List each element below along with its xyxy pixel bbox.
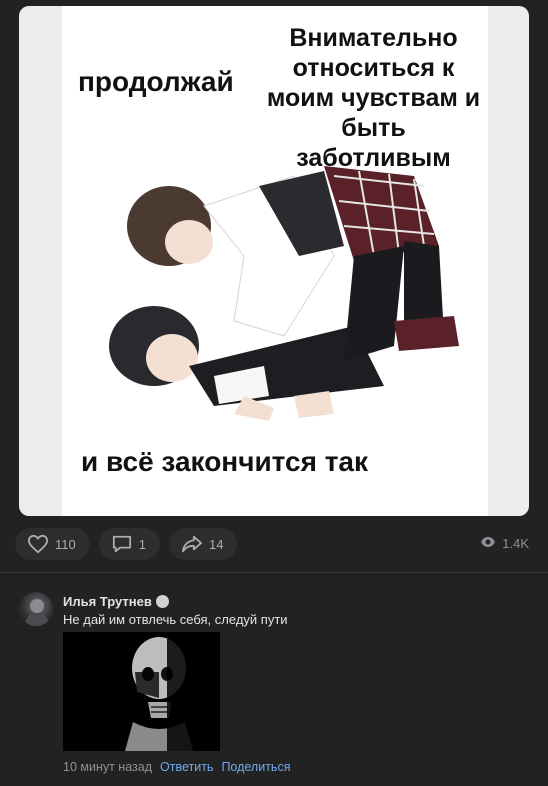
share-arrow-icon xyxy=(181,534,203,554)
post-image[interactable]: продолжай Внимательно относиться к моим … xyxy=(19,6,529,516)
avatar[interactable] xyxy=(19,592,53,626)
comment-text: Не дай им отвлечь себя, следуй пути xyxy=(63,612,288,627)
comment-author-name: Илья Трутнев xyxy=(63,594,152,609)
comment-count: 1 xyxy=(138,536,146,552)
share-button[interactable]: 14 xyxy=(168,528,238,560)
skull-picture xyxy=(63,632,220,751)
post-actions: 110 1 14 xyxy=(15,528,238,560)
meme-text-care: Внимательно относиться к моим чувствам и… xyxy=(266,24,481,172)
share-count: 14 xyxy=(208,536,224,552)
view-counter: 1.4K xyxy=(480,536,529,551)
post: продолжай Внимательно относиться к моим … xyxy=(0,0,548,572)
like-button[interactable]: 110 xyxy=(15,528,90,560)
meme-text-ending: и всё закончится так xyxy=(81,446,369,477)
comment-icon xyxy=(111,534,133,554)
comment-button[interactable]: 1 xyxy=(98,528,160,560)
share-link[interactable]: Поделиться xyxy=(221,760,290,774)
comment: Илья Трутнев Не дай им отвлечь себя, сле… xyxy=(0,573,548,786)
comment-meta: 10 минут назад Ответить Поделиться xyxy=(63,760,290,774)
comment-time: 10 минут назад xyxy=(63,760,152,774)
like-count: 110 xyxy=(55,536,76,552)
comment-author[interactable]: Илья Трутнев xyxy=(63,594,169,609)
meme-text-continue: продолжай xyxy=(78,66,234,97)
anime-couple-illustration xyxy=(109,166,459,421)
view-count: 1.4K xyxy=(502,536,529,551)
author-status-icon xyxy=(155,595,169,608)
eye-icon xyxy=(480,536,496,551)
comment-image[interactable] xyxy=(63,632,220,751)
heart-icon xyxy=(27,534,49,554)
reply-link[interactable]: Ответить xyxy=(160,760,213,774)
